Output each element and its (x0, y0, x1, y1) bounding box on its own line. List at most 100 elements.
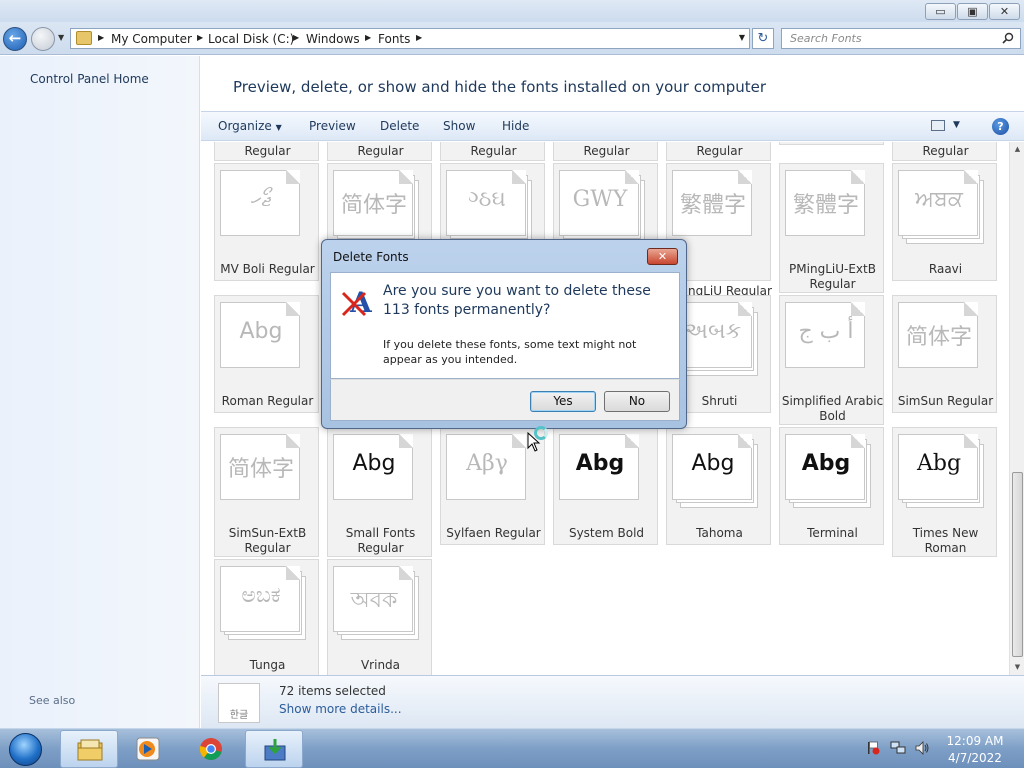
font-name: Raavi (928, 262, 963, 276)
dialog-content-text: If you delete these fonts, some text mig… (383, 338, 637, 366)
breadcrumb-fonts[interactable]: Fonts (378, 32, 410, 46)
vertical-scrollbar[interactable]: ▲ ▼ (1009, 142, 1024, 675)
font-tile[interactable]: Regular (440, 142, 545, 161)
page-title: Preview, delete, or show and hide the fo… (233, 78, 767, 96)
font-tile[interactable] (779, 142, 884, 145)
chevron-right-icon[interactable]: ▶ (293, 33, 299, 42)
font-tile-simplified-arabic-bold[interactable]: أ ب ج Simplified Arabic Bold (779, 295, 884, 425)
search-input[interactable]: Search Fonts (781, 28, 1021, 49)
font-tile-times-new-roman[interactable]: Abg Times New Roman (892, 427, 997, 557)
font-tile-tunga[interactable]: ಅಬಕ Tunga (214, 559, 319, 675)
font-tile-simsun[interactable]: 简体字 SimSun Regular (892, 295, 997, 413)
minimize-button[interactable]: ▭ (925, 3, 956, 20)
maximize-button[interactable]: ▣ (957, 3, 988, 20)
taskbar-windows-explorer[interactable] (60, 730, 118, 768)
font-sample: অবক (350, 588, 398, 613)
taskbar-fonts-window[interactable] (245, 730, 303, 768)
font-tile[interactable]: Regular (327, 142, 432, 161)
chevron-right-icon[interactable]: ▶ (416, 33, 422, 42)
show-more-details-link[interactable]: Show more details... (279, 702, 402, 716)
font-sample: 简体字 (340, 193, 407, 218)
font-tile-roman[interactable]: Abg Roman Regular (214, 295, 319, 413)
font-file-icon: أ ب ج (785, 302, 879, 378)
font-tile-system-bold[interactable]: Abg System Bold (553, 427, 658, 545)
volume-icon[interactable] (914, 740, 930, 756)
font-file-icon: 简体字 (898, 302, 992, 378)
font-tile[interactable]: Regular (214, 142, 319, 161)
action-center-flag-icon[interactable] (866, 741, 880, 755)
font-tile-raavi[interactable]: ਅਬਕ Raavi (892, 163, 997, 281)
font-tile[interactable]: Regular (666, 142, 771, 161)
font-tile-mv-boli[interactable]: ޖޯހ MV Boli Regular (214, 163, 319, 281)
organize-button[interactable]: Organize ▼ (218, 119, 282, 133)
no-button[interactable]: No (604, 391, 670, 412)
change-view-icon[interactable] (931, 120, 945, 131)
chevron-right-icon[interactable]: ▶ (365, 33, 371, 42)
address-bar[interactable]: ▶ My Computer ▶ Local Disk (C:) ▶ Window… (70, 28, 750, 49)
organize-label: Organize (218, 119, 272, 133)
font-sample: GWY (572, 187, 628, 212)
network-icon[interactable] (890, 741, 906, 755)
back-button[interactable]: ← (3, 27, 27, 51)
view-options-dropdown[interactable]: ▼ (953, 120, 960, 130)
see-also-label: See also (29, 694, 76, 707)
clock-time[interactable]: 12:09 AM (940, 734, 1010, 748)
dialog-main-instruction: Are you sure you want to delete these 11… (383, 283, 651, 318)
recent-pages-dropdown[interactable]: ▼ (58, 33, 64, 42)
scroll-down-arrow-icon[interactable]: ▼ (1010, 660, 1024, 675)
forward-button[interactable] (31, 27, 55, 51)
close-window-button[interactable]: ✕ (989, 3, 1020, 20)
font-sample: Abg (916, 451, 962, 476)
preview-button[interactable]: Preview (309, 119, 356, 133)
chevron-right-icon[interactable]: ▶ (98, 33, 104, 42)
breadcrumb-local-disk[interactable]: Local Disk (C:) (208, 32, 294, 46)
font-tile-terminal[interactable]: Abg Terminal (779, 427, 884, 545)
font-file-icon: ޖޯހ (220, 170, 314, 246)
delete-button[interactable]: Delete (380, 119, 419, 133)
address-dropdown-icon[interactable]: ▼ (739, 33, 745, 42)
font-file-icon: 繁體字 (672, 170, 766, 246)
clock-date[interactable]: 4/7/2022 (940, 751, 1010, 765)
breadcrumb-windows[interactable]: Windows (306, 32, 360, 46)
font-tile-pmingliu-extb[interactable]: 繁體字 PMingLiU-ExtB Regular (779, 163, 884, 293)
font-tile-small-fonts[interactable]: Abg Small Fonts Regular (327, 427, 432, 557)
folder-icon (76, 31, 92, 45)
chevron-down-icon: ▼ (275, 123, 282, 132)
dialog-close-button[interactable]: ✕ (647, 248, 678, 265)
font-family-icon: ಅಬಕ (220, 566, 314, 642)
start-button[interactable] (3, 730, 47, 768)
font-sample: ગ્ઠઘ (468, 187, 506, 212)
font-family-icon: Abg (672, 434, 766, 510)
dialog-title: Delete Fonts (333, 250, 409, 264)
font-name: Regular (470, 144, 517, 158)
control-panel-home-link[interactable]: Control Panel Home (30, 72, 149, 86)
help-icon[interactable]: ? (992, 118, 1009, 135)
refresh-button[interactable]: ↻ (752, 28, 774, 49)
yes-button[interactable]: Yes (530, 391, 596, 412)
font-sample: أ ب ج (798, 319, 854, 344)
font-tile[interactable]: Regular (553, 142, 658, 161)
show-button[interactable]: Show (443, 119, 475, 133)
busy-spinner-icon (534, 426, 548, 440)
taskbar-google-chrome[interactable] (182, 730, 240, 768)
font-file-icon: Abg (333, 434, 427, 510)
search-icon[interactable] (1002, 32, 1014, 44)
chevron-right-icon[interactable]: ▶ (197, 33, 203, 42)
dialog-button-bar: Yes No (330, 379, 680, 421)
font-tile-tahoma[interactable]: Abg Tahoma (666, 427, 771, 545)
font-tile[interactable]: Regular (892, 142, 997, 161)
hide-button[interactable]: Hide (502, 119, 529, 133)
font-name: System Bold (568, 526, 645, 540)
scrollbar-thumb[interactable] (1012, 472, 1023, 657)
taskbar-media-player[interactable] (119, 730, 177, 768)
font-tile-vrinda[interactable]: অবক Vrinda (327, 559, 432, 675)
font-name: Simplified Arabic Bold (781, 394, 884, 423)
scroll-up-arrow-icon[interactable]: ▲ (1010, 142, 1024, 157)
font-sample: Abg (691, 451, 735, 476)
breadcrumb-my-computer[interactable]: My Computer (111, 32, 192, 46)
font-file-icon: Abg (559, 434, 653, 510)
font-name: Small Fonts Regular (345, 526, 416, 555)
font-name: PMingLiU-ExtB Regular (789, 262, 876, 291)
font-name: Terminal (807, 526, 858, 540)
font-tile-simsun-extb[interactable]: 简体字 SimSun-ExtB Regular (214, 427, 319, 557)
